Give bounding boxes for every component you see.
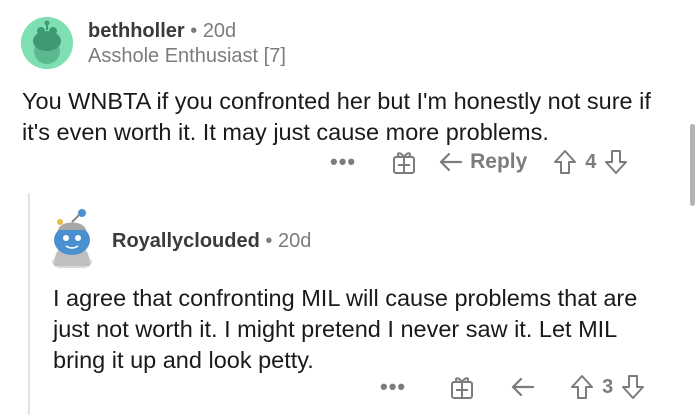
reply-meta: Royallyclouded • 20d [112, 230, 311, 253]
snoo-avatar-icon [21, 17, 73, 69]
upvote-button[interactable] [553, 149, 577, 175]
meta-separator: • [265, 230, 273, 252]
award-icon[interactable] [390, 148, 418, 176]
snoo-avatar-icon [52, 209, 92, 270]
award-icon[interactable] [448, 373, 476, 401]
comment-body: You WNBTA if you confronted her but I'm … [22, 88, 651, 145]
reply-button[interactable] [510, 375, 536, 399]
username[interactable]: bethholler [88, 20, 185, 42]
upvote-icon [571, 375, 594, 399]
reply-avatar[interactable] [44, 208, 100, 270]
award-icon-svg [451, 377, 474, 399]
parent-comment: bethholler • 20d Asshole Enthusiast [7] … [0, 0, 700, 190]
meta-separator: • [190, 20, 198, 42]
user-flair: Asshole Enthusiast [7] [88, 45, 286, 67]
reply-arrow-icon [512, 377, 535, 397]
reply-actions: ••• 3 [380, 373, 645, 401]
reply-label: Reply [470, 150, 528, 173]
downvote-icon [622, 375, 645, 399]
comment-age: 20d [277, 230, 312, 252]
username[interactable]: Royallyclouded [112, 230, 260, 252]
award-icon-svg [393, 152, 416, 174]
comment-meta: bethholler • 20d [88, 20, 236, 43]
reply-button[interactable]: Reply [438, 150, 527, 174]
downvote-button[interactable] [621, 374, 645, 400]
downvote-icon [605, 150, 628, 174]
more-options-icon[interactable]: ••• [330, 149, 356, 175]
downvote-button[interactable] [604, 149, 628, 175]
reply-body: I agree that confronting MIL will cause … [53, 285, 638, 373]
scrollbar[interactable] [690, 124, 695, 206]
reply-arrow-icon [440, 152, 463, 172]
vote-score: 3 [602, 375, 614, 398]
thread-line[interactable] [28, 193, 30, 415]
vote-score: 4 [585, 150, 597, 173]
upvote-button[interactable] [570, 374, 594, 400]
upvote-icon [554, 150, 577, 174]
avatar[interactable] [21, 17, 73, 69]
comment-age: 20d [202, 20, 237, 42]
more-options-icon[interactable]: ••• [380, 374, 406, 400]
comment-actions: ••• Reply 4 [330, 148, 628, 176]
